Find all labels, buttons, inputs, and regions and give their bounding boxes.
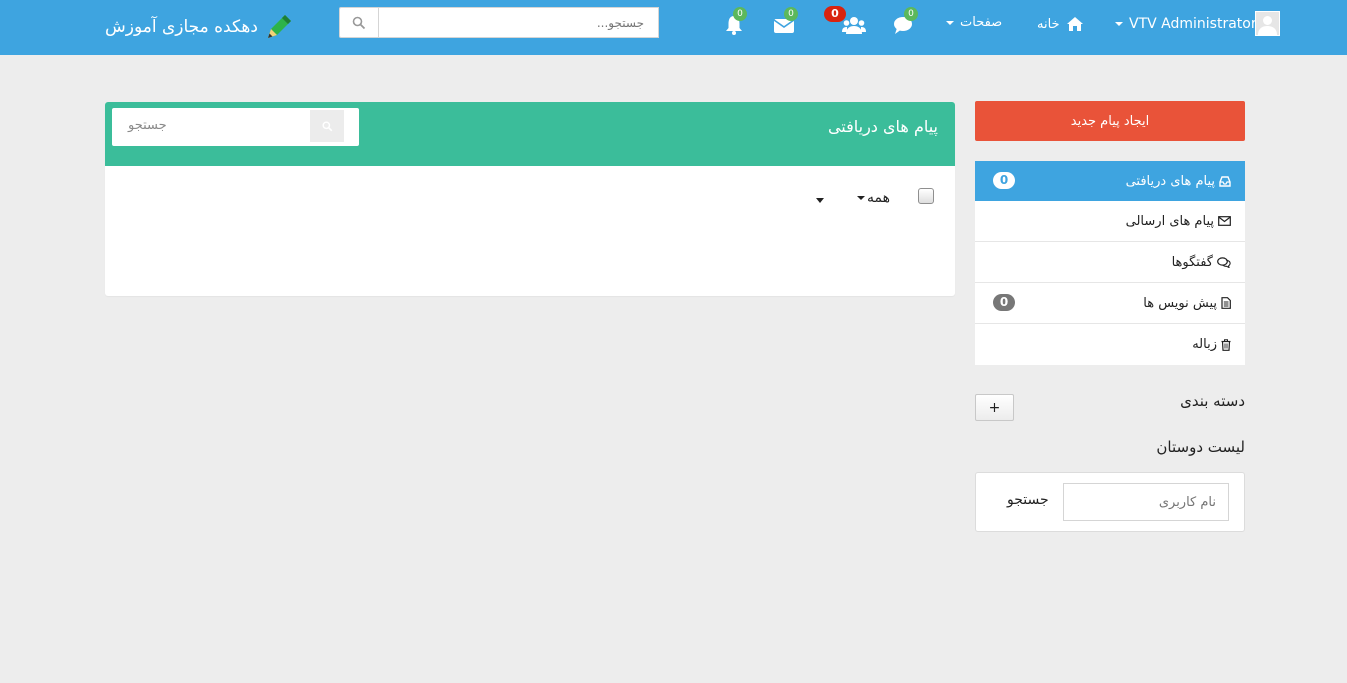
pages-menu[interactable]: صفحات [946,15,1002,30]
username-input[interactable] [1063,483,1229,521]
filter-label: همه [867,190,890,206]
actions-dropdown-toggle[interactable] [816,198,824,203]
folder-list: 0 پیام های دریافتی پیام های ارسالی گفتگو… [975,161,1245,365]
user-menu[interactable]: VTV Administrator [1115,16,1257,32]
messages-button[interactable]: 0 [773,7,798,38]
filter-dropdown[interactable]: همه [857,190,890,206]
chevron-down-icon [946,20,954,25]
folder-conversations[interactable]: گفتگوها [975,242,1245,283]
search-icon [352,16,366,29]
top-search [339,7,659,38]
messages-panel: پیام های دریافتی جستجو همه [105,102,955,296]
friends-search-button[interactable]: جستجو [1007,492,1049,508]
panel-title: پیام های دریافتی [827,117,938,136]
friends-heading: لیست دوستان [1156,438,1245,456]
drafts-badge: 0 [993,294,1015,311]
folder-label: پیام های ارسالی [1125,213,1214,229]
folder-inbox[interactable]: 0 پیام های دریافتی [975,161,1245,201]
chats-button[interactable]: 0 [893,7,918,38]
folder-label: زباله [1192,337,1217,352]
user-avatar-icon [1256,12,1279,35]
pages-menu-label: صفحات [960,15,1003,30]
pencil-logo-icon [267,15,291,38]
panel-search-button[interactable] [310,110,344,142]
trash-icon [1221,338,1231,351]
top-navbar: دهکده مجازی آموزش 0 0 [0,0,1347,55]
home-link[interactable]: خانه [1037,16,1084,32]
inbox-icon [1219,175,1231,187]
home-label: خانه [1037,16,1060,32]
folder-sent[interactable]: پیام های ارسالی [975,201,1245,242]
inbox-badge: 0 [993,172,1015,189]
avatar[interactable] [1255,11,1280,36]
draft-icon [1221,297,1231,309]
folder-trash[interactable]: زباله [975,324,1245,365]
users-icon [842,17,866,34]
panel-search-input[interactable]: جستجو [128,118,167,133]
new-message-label: ایجاد پیام جدید [1070,113,1150,129]
friends-search-box: جستجو [975,472,1245,532]
notifications-button[interactable]: 0 [723,7,747,38]
chats-badge: 0 [904,7,918,21]
top-search-button[interactable] [339,7,379,38]
chevron-down-icon [857,196,865,200]
panel-search[interactable]: جستجو [112,108,359,146]
friend-requests-button[interactable]: 0 [824,6,866,38]
top-search-input[interactable] [379,7,659,38]
new-message-button[interactable]: ایجاد پیام جدید [975,101,1245,141]
select-all-checkbox[interactable] [918,188,934,204]
categories-heading: دسته بندی [1180,392,1245,410]
envelope-icon [1218,216,1231,226]
search-icon [321,120,332,131]
folder-label: پیام های دریافتی [1125,173,1215,189]
user-name: VTV Administrator [1129,16,1257,32]
folder-label: گفتگوها [1171,254,1213,270]
folder-label: پیش نویس ها [1143,295,1217,311]
brand[interactable]: دهکده مجازی آموزش [105,12,294,42]
chevron-down-icon [1115,22,1123,26]
friend-requests-badge: 0 [824,6,846,22]
home-icon [1066,17,1083,31]
panel-header: پیام های دریافتی جستجو [105,102,955,166]
messages-badge: 0 [784,7,798,21]
add-category-button[interactable]: + [975,394,1014,421]
brand-name: دهکده مجازی آموزش [105,17,258,37]
comments-icon [1217,256,1231,268]
folder-drafts[interactable]: 0 پیش نویس ها [975,283,1245,324]
notifications-badge: 0 [733,7,747,21]
